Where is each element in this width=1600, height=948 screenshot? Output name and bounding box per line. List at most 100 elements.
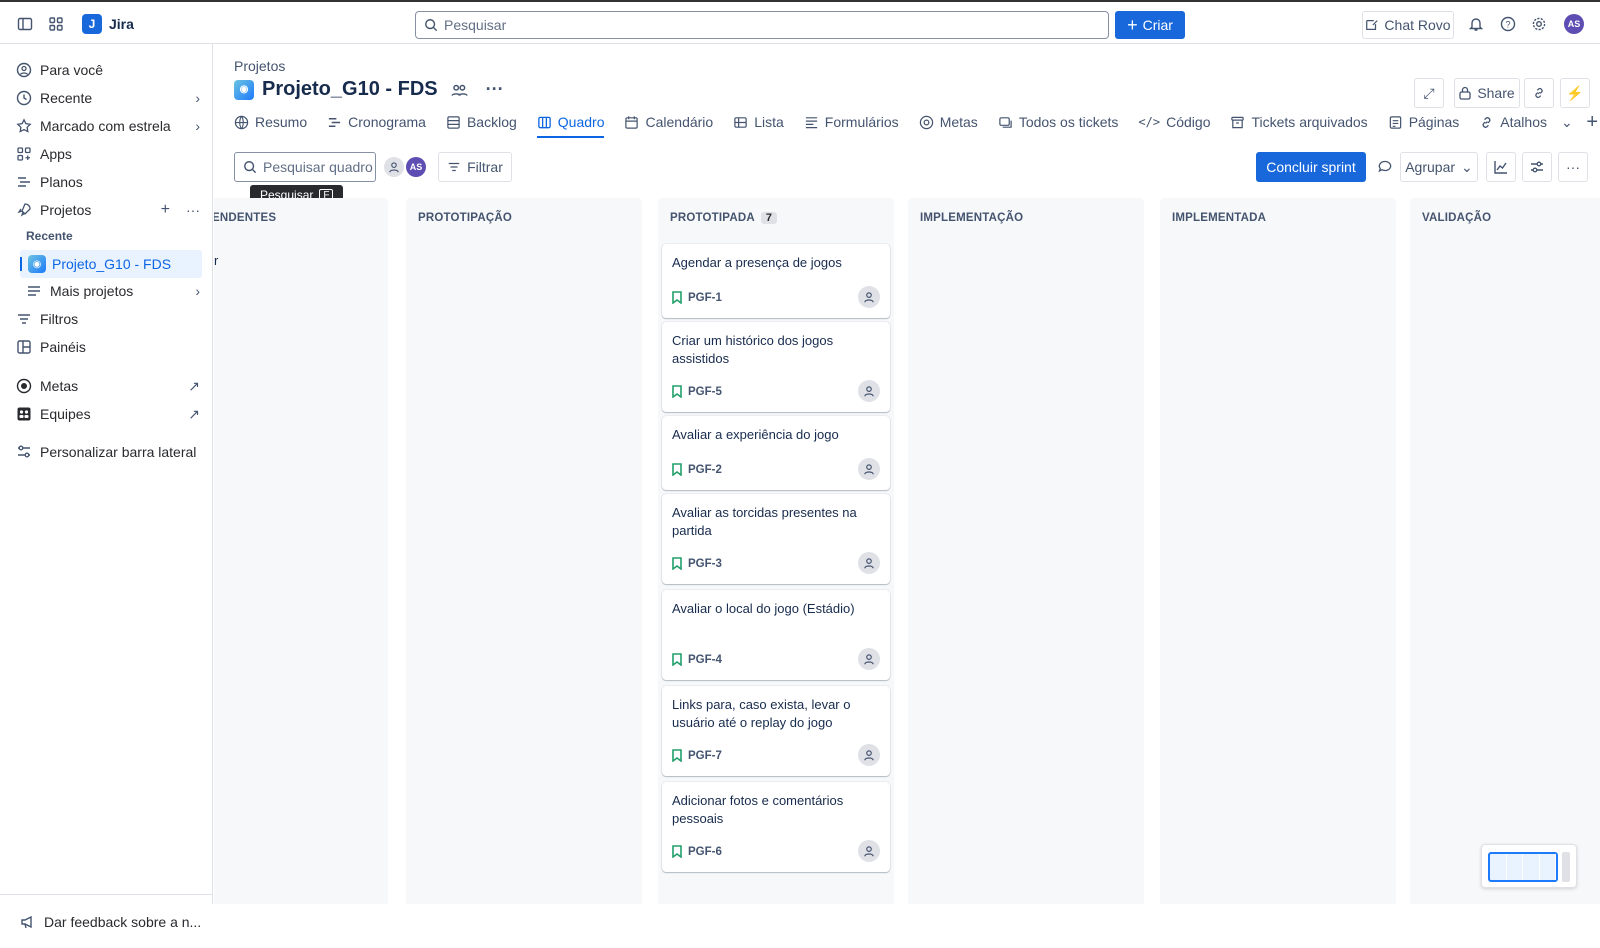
board-search-input[interactable]: Pesquisar quadro bbox=[234, 152, 376, 182]
issue-card[interactable]: Criar um histórico dos jogos assistidos … bbox=[662, 322, 890, 412]
chevron-right-icon[interactable]: › bbox=[195, 283, 200, 299]
settings-gear-icon[interactable] bbox=[1528, 13, 1550, 35]
assignee-avatar-icon[interactable] bbox=[858, 458, 880, 480]
column-title: ENDENTES bbox=[214, 212, 277, 224]
timeline-icon bbox=[329, 117, 341, 127]
add-project-icon[interactable]: + bbox=[161, 201, 170, 219]
chevron-right-icon[interactable]: › bbox=[195, 90, 200, 106]
user-circle-icon bbox=[16, 62, 32, 78]
sidebar-item-recent[interactable]: Recente › bbox=[16, 86, 200, 110]
tab-forms[interactable]: Formulários bbox=[804, 108, 899, 136]
tab-all-tickets[interactable]: Todos os tickets bbox=[998, 108, 1118, 136]
calendar-icon bbox=[625, 115, 639, 129]
external-link-icon[interactable]: ↗ bbox=[188, 406, 200, 423]
issue-card[interactable]: Adicionar fotos e comentários pessoais P… bbox=[662, 782, 890, 872]
assignee-avatar-icon[interactable] bbox=[858, 744, 880, 766]
breadcrumb[interactable]: Projetos bbox=[234, 58, 285, 74]
user-avatar[interactable]: AS bbox=[1564, 14, 1584, 34]
star-icon bbox=[16, 118, 32, 133]
column-title: PROTOTIPADA bbox=[670, 212, 755, 224]
notifications-bell-icon[interactable] bbox=[1465, 13, 1487, 35]
sidebar-section-recent: Recente bbox=[26, 229, 73, 243]
share-button[interactable]: Share bbox=[1454, 78, 1520, 108]
sidebar-item-dashboards[interactable]: Painéis bbox=[16, 335, 200, 359]
top-navigation: J Jira Pesquisar + Criar Chat Rovo ? AS bbox=[0, 0, 1600, 44]
board-column-validation: VALIDAÇÃO bbox=[1410, 198, 1600, 904]
tab-goals[interactable]: Metas bbox=[919, 108, 978, 136]
chevron-right-icon[interactable]: › bbox=[195, 118, 200, 134]
tab-code[interactable]: </> Código bbox=[1138, 108, 1210, 136]
group-by-dropdown[interactable]: Agrupar ⌄ bbox=[1400, 152, 1478, 182]
sidebar-item-apps[interactable]: Apps bbox=[16, 142, 200, 166]
more-options-icon[interactable]: ··· bbox=[186, 202, 200, 218]
tab-pages[interactable]: Páginas bbox=[1388, 108, 1459, 136]
sidebar-item-projects[interactable]: Projetos + ··· bbox=[16, 198, 200, 222]
plans-icon bbox=[18, 177, 30, 187]
more-actions-button[interactable]: ··· bbox=[1558, 152, 1588, 182]
issue-card[interactable]: Links para, caso exista, levar o usuário… bbox=[662, 686, 890, 776]
complete-sprint-button[interactable]: Concluir sprint bbox=[1256, 152, 1366, 182]
chat-rovo-button[interactable]: Chat Rovo bbox=[1362, 11, 1454, 39]
card-key-label: PGF-4 bbox=[688, 653, 722, 666]
tab-label: Backlog bbox=[466, 114, 517, 130]
issue-card[interactable]: Avaliar o local do jogo (Estádio) PGF-4 bbox=[662, 590, 890, 680]
issue-card[interactable]: Avaliar a experiência do jogo PGF-2 bbox=[662, 416, 890, 490]
sidebar-item-goals[interactable]: Metas ↗ bbox=[16, 374, 200, 398]
team-people-icon[interactable] bbox=[450, 81, 468, 99]
assignee-avatar-icon[interactable] bbox=[858, 552, 880, 574]
external-link-icon[interactable]: ↗ bbox=[188, 378, 200, 395]
sidebar-toggle-icon[interactable] bbox=[14, 13, 36, 35]
assignee-avatar-icon[interactable] bbox=[858, 648, 880, 670]
sidebar-item-more-projects[interactable]: Mais projetos › bbox=[26, 279, 200, 303]
create-button[interactable]: + Criar bbox=[1115, 11, 1185, 39]
sidebar-item-customize[interactable]: Personalizar barra lateral bbox=[16, 440, 200, 464]
feedback-label: Dar feedback sobre a n... bbox=[44, 913, 202, 930]
tab-summary[interactable]: Resumo bbox=[234, 108, 307, 136]
chart-button[interactable] bbox=[1486, 152, 1516, 182]
tab-backlog[interactable]: Backlog bbox=[446, 108, 517, 136]
assignee-avatar-icon[interactable] bbox=[858, 286, 880, 308]
jira-logo-icon[interactable]: J bbox=[82, 14, 102, 34]
more-options-icon[interactable]: ··· bbox=[486, 79, 504, 100]
help-icon[interactable]: ? bbox=[1497, 13, 1519, 35]
unassigned-avatar-icon[interactable] bbox=[384, 157, 404, 177]
tab-timeline[interactable]: Cronograma bbox=[327, 108, 426, 136]
sidebar-item-active-project[interactable]: ◉ Projeto_G10 - FDS bbox=[20, 250, 202, 278]
issue-card[interactable]: Agendar a presença de jogos PGF-1 bbox=[662, 244, 890, 318]
column-title: PROTOTIPAÇÃO bbox=[418, 212, 512, 224]
sidebar-item-teams[interactable]: Equipes ↗ bbox=[16, 402, 200, 426]
app-switcher-icon[interactable] bbox=[45, 13, 67, 35]
minimap-viewport[interactable] bbox=[1488, 852, 1558, 882]
feedback-button[interactable]: Dar feedback sobre a n... bbox=[0, 894, 213, 948]
chevron-down-icon[interactable]: ⌄ bbox=[1561, 114, 1573, 131]
tab-board[interactable]: Quadro bbox=[536, 108, 604, 138]
tab-shortcuts[interactable]: Atalhos ⌄ bbox=[1479, 108, 1573, 136]
tab-archived-tickets[interactable]: Tickets arquivados bbox=[1230, 108, 1368, 136]
sidebar-item-for-you[interactable]: Para você bbox=[16, 58, 200, 82]
insights-button[interactable] bbox=[1370, 152, 1400, 182]
line-chart-icon bbox=[1494, 161, 1507, 174]
assignee-avatar-icon[interactable] bbox=[858, 380, 880, 402]
svg-text:?: ? bbox=[1505, 20, 1510, 30]
tab-list[interactable]: Lista bbox=[733, 108, 784, 136]
global-search-input[interactable]: Pesquisar bbox=[415, 11, 1109, 39]
automation-button[interactable]: ⚡ bbox=[1560, 78, 1590, 108]
story-bookmark-icon bbox=[672, 291, 682, 304]
story-bookmark-icon bbox=[672, 385, 682, 398]
fullscreen-button[interactable]: ⤢ bbox=[1414, 78, 1444, 108]
assignee-avatar-icon[interactable] bbox=[858, 840, 880, 862]
view-settings-button[interactable] bbox=[1522, 152, 1552, 182]
tab-calendar[interactable]: Calendário bbox=[624, 108, 713, 136]
app-name[interactable]: Jira bbox=[109, 16, 134, 32]
sidebar-item-starred[interactable]: Marcado com estrela › bbox=[16, 114, 200, 138]
issue-card[interactable]: Avaliar as torcidas presentes na partida… bbox=[662, 494, 890, 584]
filter-button[interactable]: Filtrar bbox=[438, 152, 512, 182]
card-title: Agendar a presença de jogos bbox=[672, 255, 842, 270]
user-filter-avatar[interactable]: AS bbox=[406, 157, 426, 177]
sidebar-item-filters[interactable]: Filtros bbox=[16, 307, 200, 331]
copy-link-button[interactable] bbox=[1524, 78, 1554, 108]
sidebar-item-plans[interactable]: Planos bbox=[16, 170, 200, 194]
board-minimap[interactable] bbox=[1481, 844, 1577, 888]
list-icon bbox=[28, 286, 40, 296]
add-tab-icon[interactable]: + bbox=[1586, 111, 1598, 134]
